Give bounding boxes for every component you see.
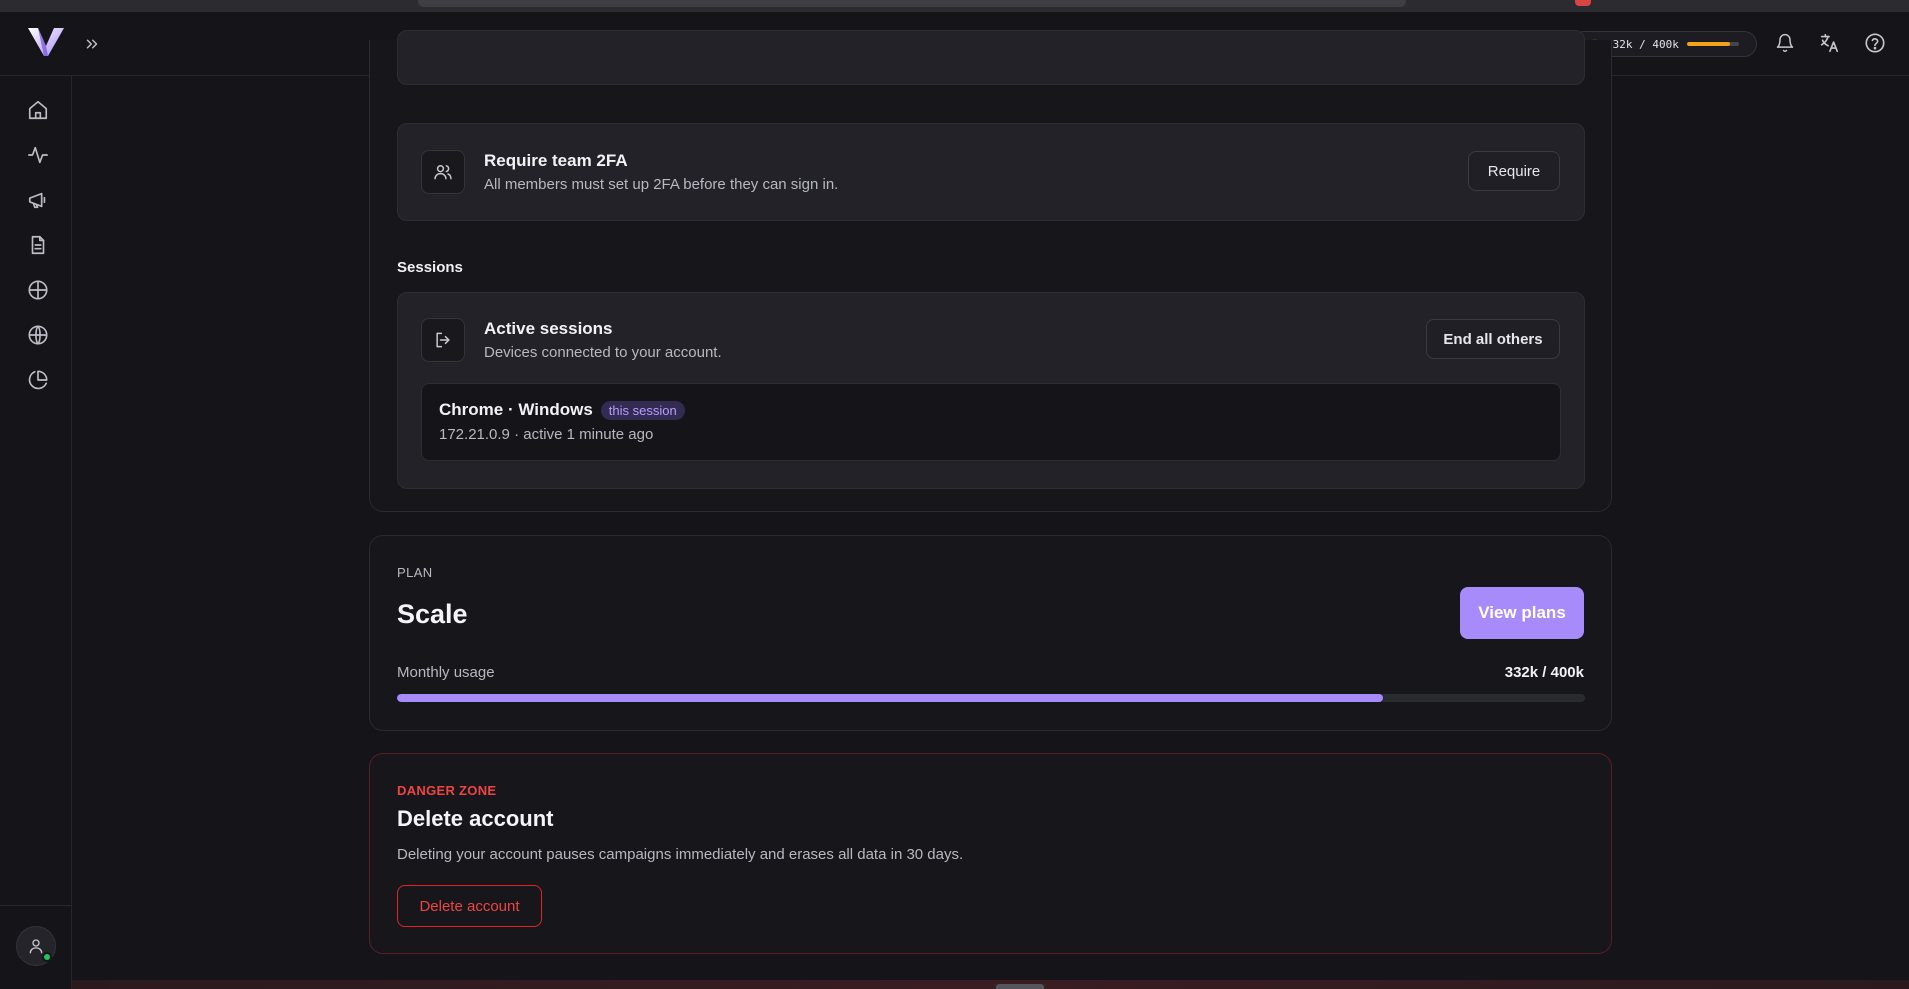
sidebar-item-targets[interactable] <box>22 274 54 306</box>
double-chevron-right-icon <box>86 39 98 49</box>
active-sessions-subtitle: Devices connected to your account. <box>484 344 722 361</box>
plan-card: PLAN Scale View plans Monthly usage 332k… <box>369 535 1612 731</box>
globe-icon <box>28 325 48 345</box>
expand-sidebar-button[interactable] <box>80 32 104 56</box>
browser-chrome-strip <box>0 0 1909 12</box>
activity-icon <box>28 146 48 164</box>
plan-name: Scale <box>397 599 468 629</box>
sidebar-item-documents[interactable] <box>22 229 54 261</box>
pie-chart-icon <box>28 370 48 390</box>
monthly-usage-fill <box>397 694 1384 702</box>
sidebar-item-campaigns[interactable] <box>22 184 54 216</box>
usage-mini-bar <box>1686 42 1739 46</box>
delete-account-description: Deleting your account pauses campaigns i… <box>397 846 964 863</box>
language-button[interactable] <box>1816 30 1842 56</box>
monthly-usage-label: Monthly usage <box>397 664 495 681</box>
security-row-partial <box>397 30 1585 85</box>
security-card: Require team 2FA All members must set up… <box>369 30 1612 512</box>
monthly-usage-bar <box>397 694 1585 702</box>
sidebar-item-home[interactable] <box>22 94 54 126</box>
usage-mini-fill <box>1686 42 1731 46</box>
end-all-others-button[interactable]: End all others <box>1426 319 1560 359</box>
sidebar-item-activity[interactable] <box>22 139 54 171</box>
session-device-name: Chrome · Windows <box>439 400 593 419</box>
danger-zone-label: DANGER ZONE <box>397 783 497 798</box>
team-icon-box <box>421 150 465 194</box>
session-device: Chrome · Windows this session <box>439 400 685 421</box>
sidebar-item-analytics[interactable] <box>22 364 54 396</box>
translate-icon <box>1820 33 1839 53</box>
session-item: Chrome · Windows this session 172.21.0.9 … <box>421 383 1561 461</box>
view-plans-button[interactable]: View plans <box>1460 587 1584 639</box>
home-icon <box>28 100 48 120</box>
delete-account-title: Delete account <box>397 806 554 831</box>
require-2fa-title: Require team 2FA <box>484 151 628 170</box>
bottom-scroll-handle[interactable] <box>996 984 1044 989</box>
plan-label: PLAN <box>397 565 433 580</box>
users-icon <box>434 165 452 180</box>
require-2fa-row: Require team 2FA All members must set up… <box>397 123 1585 221</box>
monthly-usage-value: 332k / 400k <box>1504 664 1584 681</box>
notifications-button[interactable] <box>1772 30 1798 56</box>
session-detail: 172.21.0.9 · active 1 minute ago <box>439 426 654 443</box>
browser-notification-dot <box>1575 0 1591 6</box>
help-button[interactable] <box>1862 30 1888 56</box>
crosshair-globe-icon <box>28 280 48 300</box>
browser-address-bar <box>418 0 1406 7</box>
log-out-icon <box>436 332 450 348</box>
sessions-icon-box <box>421 318 465 362</box>
document-icon <box>31 235 45 255</box>
sessions-heading: Sessions <box>397 259 463 276</box>
require-2fa-button[interactable]: Require <box>1468 151 1560 191</box>
delete-account-button[interactable]: Delete account <box>397 885 542 927</box>
sidebar-item-domains[interactable] <box>22 319 54 351</box>
danger-zone-card: DANGER ZONE Delete account Deleting your… <box>369 753 1612 954</box>
online-status-dot <box>42 952 52 962</box>
brand-logo[interactable] <box>26 24 66 60</box>
this-session-badge: this session <box>600 401 685 421</box>
active-sessions-title: Active sessions <box>484 319 613 338</box>
help-circle-icon <box>1865 33 1885 53</box>
bottom-edge <box>72 980 1909 989</box>
megaphone-icon <box>28 192 46 209</box>
user-icon <box>29 939 43 954</box>
require-2fa-subtitle: All members must set up 2FA before they … <box>484 176 839 193</box>
bell-icon <box>1776 33 1794 53</box>
sidebar-divider <box>0 905 72 906</box>
active-sessions-box: Active sessions Devices connected to you… <box>397 292 1585 489</box>
sidebar <box>0 76 72 989</box>
usage-text: 332k / 400k <box>1606 37 1679 51</box>
